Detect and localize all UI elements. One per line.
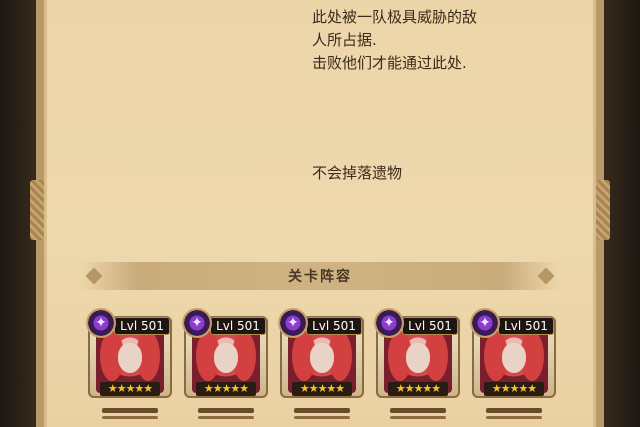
star-rating: ★★★★★ <box>484 382 544 396</box>
description-line: 人所占据. <box>312 31 377 49</box>
drop-info: 不会掉落遗物 <box>312 164 403 182</box>
hero-bar-secondary <box>294 416 350 419</box>
hero-card[interactable]: Lvl 501 ✦ ★★★★★ <box>86 308 172 420</box>
hero-bar <box>486 408 542 413</box>
hero-bar-secondary <box>390 416 446 419</box>
star-rating: ★★★★★ <box>292 382 352 396</box>
level-badge: Lvl 501 <box>306 317 362 335</box>
face <box>310 343 334 373</box>
frame-ornament-left <box>30 180 44 240</box>
hero-bar-secondary <box>486 416 542 419</box>
section-header: 关卡阵容 <box>80 262 560 290</box>
star-rating: ★★★★★ <box>388 382 448 396</box>
level-badge: Lvl 501 <box>498 317 554 335</box>
frame-border-left <box>44 0 47 427</box>
hero-card[interactable]: Lvl 501 ✦ ★★★★★ <box>470 308 556 420</box>
dark-faction-icon: ✦ <box>182 308 212 338</box>
hero-card[interactable]: Lvl 501 ✦ ★★★★★ <box>278 308 364 420</box>
frame-ornament-right <box>596 180 610 240</box>
level-badge: Lvl 501 <box>402 317 458 335</box>
star-rating: ★★★★★ <box>100 382 160 396</box>
face <box>118 343 142 373</box>
hero-bar-secondary <box>198 416 254 419</box>
face <box>214 343 238 373</box>
hero-bar <box>198 408 254 413</box>
description-line: 击败他们才能通过此处. <box>312 54 467 72</box>
star-rating: ★★★★★ <box>196 382 256 396</box>
face <box>406 343 430 373</box>
face <box>502 343 526 373</box>
level-badge: Lvl 501 <box>114 317 170 335</box>
diamond-ornament-icon <box>537 267 555 285</box>
dark-faction-icon: ✦ <box>278 308 308 338</box>
enemy-roster: Lvl 501 ✦ ★★★★★ Lvl 501 ✦ ★★★★★ Lvl 501 … <box>86 308 558 427</box>
diamond-ornament-icon <box>85 267 103 285</box>
hero-card[interactable]: Lvl 501 ✦ ★★★★★ <box>182 308 268 420</box>
dark-faction-icon: ✦ <box>86 308 116 338</box>
dark-faction-icon: ✦ <box>470 308 500 338</box>
stage-description: 此处被一队极具威胁的敌 人所占据. 击败他们才能通过此处. <box>312 6 612 75</box>
level-badge: Lvl 501 <box>210 317 266 335</box>
hero-bar <box>102 408 158 413</box>
hero-bar <box>390 408 446 413</box>
dark-faction-icon: ✦ <box>374 308 404 338</box>
hero-bar <box>294 408 350 413</box>
hero-card[interactable]: Lvl 501 ✦ ★★★★★ <box>374 308 460 420</box>
hero-bar-secondary <box>102 416 158 419</box>
section-title: 关卡阵容 <box>288 269 352 285</box>
description-line: 此处被一队极具威胁的敌 <box>312 8 478 26</box>
